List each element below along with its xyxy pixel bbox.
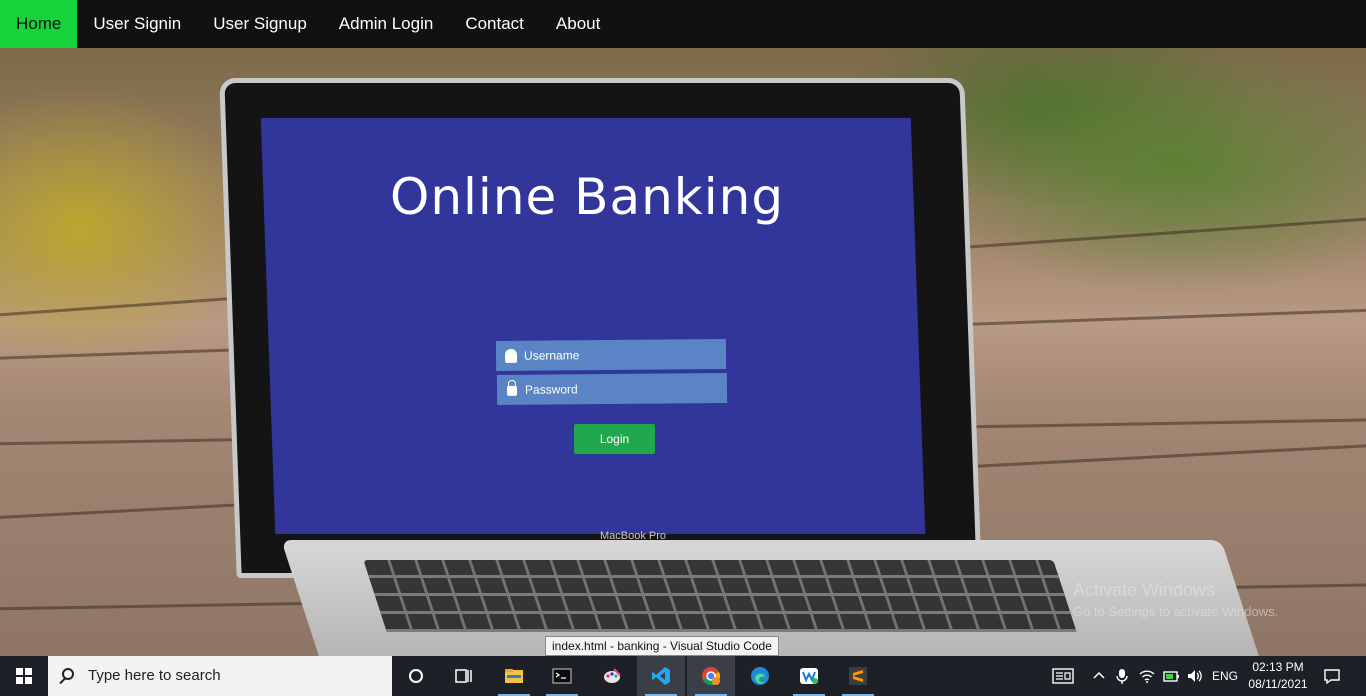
messaging-button[interactable]	[785, 656, 833, 696]
taskbar-tooltip: index.html - banking - Visual Studio Cod…	[545, 636, 779, 656]
news-widget-icon[interactable]	[1052, 667, 1074, 685]
chrome-icon	[702, 667, 721, 686]
screen-login-button: Login	[574, 424, 655, 454]
activate-windows-title: Activate Windows	[1073, 580, 1216, 600]
activate-windows-subtitle: Go to Settings to activate Windows.	[1073, 604, 1279, 619]
file-explorer-icon	[505, 669, 523, 683]
cortana-icon	[409, 669, 423, 683]
paint-icon	[604, 668, 621, 683]
chrome-button[interactable]	[687, 656, 735, 696]
nav-home[interactable]: Home	[0, 0, 78, 48]
taskbar-clock[interactable]: 02:13 PM 08/11/2021	[1243, 659, 1313, 693]
windows-taskbar: Type here to search ENG 02:13 PM 08/11/2…	[0, 656, 1366, 696]
laptop-brand-label: MacBook Pro	[600, 530, 667, 542]
notifications-icon[interactable]	[1323, 667, 1341, 685]
clock-time: 02:13 PM	[1252, 660, 1304, 674]
paint-button[interactable]	[588, 656, 636, 696]
windows-logo-icon	[16, 668, 32, 684]
laptop-keyboard-rows	[363, 560, 1077, 632]
sublime-text-button[interactable]	[834, 656, 882, 696]
nav-contact[interactable]: Contact	[449, 0, 540, 48]
start-button[interactable]	[0, 656, 48, 696]
task-view-button[interactable]	[440, 656, 488, 696]
screen-password-label: Password	[524, 382, 578, 397]
edge-icon	[751, 667, 769, 685]
battery-icon[interactable]	[1162, 667, 1180, 685]
chevron-up-icon[interactable]	[1090, 667, 1108, 685]
messaging-icon	[800, 668, 818, 684]
lock-icon	[506, 385, 518, 396]
sublime-text-icon	[849, 667, 867, 685]
nav-user-signup[interactable]: User Signup	[197, 0, 323, 48]
screen-title: Online Banking	[390, 168, 785, 226]
edge-button[interactable]	[736, 656, 784, 696]
volume-icon[interactable]	[1186, 667, 1204, 685]
clock-date: 08/11/2021	[1248, 677, 1308, 691]
screen-username-field: Username	[495, 338, 727, 372]
terminal-button[interactable]	[538, 656, 586, 696]
taskbar-search-placeholder: Type here to search	[88, 667, 221, 684]
wifi-icon[interactable]	[1138, 667, 1156, 685]
cortana-button[interactable]	[392, 656, 440, 696]
top-navbar: Home User Signin User Signup Admin Login…	[0, 0, 1366, 48]
vscode-icon	[652, 667, 670, 685]
nav-about[interactable]: About	[540, 0, 616, 48]
nav-admin-login[interactable]: Admin Login	[323, 0, 450, 48]
microphone-icon[interactable]	[1113, 667, 1131, 685]
user-icon	[504, 348, 518, 363]
screen-username-label: Username	[523, 348, 580, 363]
file-explorer-button[interactable]	[490, 656, 538, 696]
taskbar-search-box[interactable]: Type here to search	[48, 656, 392, 696]
vscode-button[interactable]	[637, 656, 685, 696]
search-icon	[62, 668, 74, 680]
screen-password-field: Password	[496, 372, 728, 406]
terminal-icon	[552, 668, 572, 684]
task-view-icon	[455, 669, 472, 683]
language-indicator[interactable]: ENG	[1212, 656, 1238, 696]
nav-user-signin[interactable]: User Signin	[77, 0, 197, 48]
